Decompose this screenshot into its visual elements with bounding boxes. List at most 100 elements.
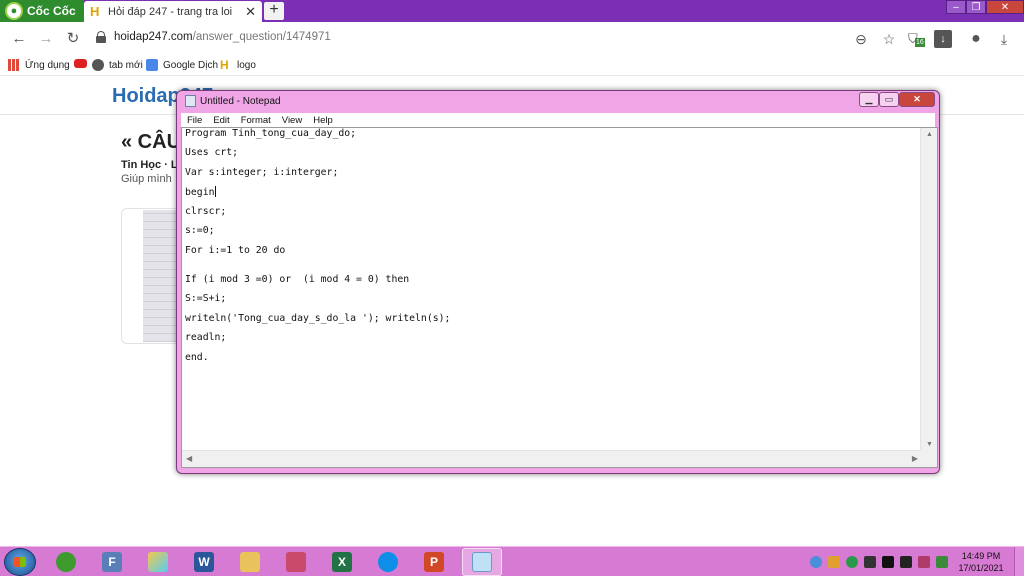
taskbar-app-teamviewer[interactable] [368,548,408,576]
url-field[interactable]: hoidap247.com/answer_question/1474971 [96,31,331,43]
code-line: readln; [185,332,227,343]
url-host: hoidap247.com [114,31,193,43]
zoom-icon[interactable]: ⊖ [852,30,870,48]
tab-hoidap247[interactable]: H Hỏi đáp 247 - trang tra loi ✕ [84,1,262,22]
bookmark-label: tab mới [109,59,143,71]
url-path: /answer_question/1474971 [192,31,331,43]
clock-date: 17/01/2021 [958,563,1004,573]
tray-app-icon[interactable] [828,556,840,568]
menu-view[interactable]: View [282,115,302,126]
paint-palette-icon [148,552,168,572]
notepad-minimize-button[interactable]: ▁ [859,92,879,107]
account-avatar-icon[interactable]: ● [967,30,985,48]
clock-time: 14:49 PM [961,551,1001,561]
text-caret [214,186,216,197]
code-line: end. [185,352,209,363]
code-line: Program Tinh_tong_cua_day_do; [185,128,357,139]
bookmark-label: logo [237,59,256,71]
window-minimize-button[interactable]: – [946,0,966,14]
extension-badge: 16 [915,38,925,47]
window-close-button[interactable]: ✕ [986,0,1024,14]
taskbar-app-explorer[interactable] [230,548,270,576]
start-button[interactable] [4,548,36,576]
download-icon[interactable]: ⤓ [995,30,1013,48]
scroll-right-icon[interactable]: ▶ [912,454,918,463]
question-title: « CÂU [121,131,182,153]
tray-display-icon[interactable] [882,556,894,568]
windows-taskbar: F W X P 14:49 PM 17/01/2021 [0,546,1024,576]
coccoc-icon [56,552,76,572]
bookmark-apps[interactable]: Ứng dụng [8,59,70,71]
show-desktop-button[interactable] [1014,547,1024,576]
question-subtitle: Giúp mình [121,173,172,185]
tray-flag-icon[interactable] [900,556,912,568]
google-translate-icon [146,59,158,71]
tab-close-icon[interactable]: ✕ [245,4,256,20]
forward-arrow-icon[interactable]: → [37,30,55,48]
code-line: begin [185,186,216,198]
back-arrow-icon[interactable]: ← [10,30,28,48]
bookmark-youtube[interactable] [74,59,92,68]
notepad-title: Untitled - Notepad [200,95,281,107]
coccoc-menu-button[interactable]: ● Cốc Cốc [0,0,84,22]
taskbar-app-network[interactable] [276,548,316,576]
extension-icon[interactable]: ⛉ 16 [906,30,928,48]
taskbar-app-word[interactable]: W [184,548,224,576]
tray-vietkey-icon[interactable] [918,556,930,568]
browser-tab-strip: ● Cốc Cốc H Hỏi đáp 247 - trang tra loi … [0,0,1024,22]
taskbar-app-excel[interactable]: X [322,548,362,576]
taskbar-app-font-viewer[interactable]: F [92,548,132,576]
apps-grid-icon [8,59,20,71]
hoidap-logo-icon: H [220,58,229,72]
star-bookmark-icon[interactable]: ☆ [880,30,898,48]
globe-icon [92,59,104,71]
tray-network-icon[interactable] [936,556,948,568]
code-line: If (i mod 3 =0) or (i mod 4 = 0) then [185,274,410,285]
scroll-left-icon[interactable]: ◀ [186,454,192,463]
menu-file[interactable]: File [187,115,202,126]
tray-coccoc-icon[interactable] [846,556,858,568]
taskbar-app-coccoc[interactable] [46,548,86,576]
download-box-icon[interactable]: ↓ [934,30,952,48]
scroll-down-icon[interactable]: ▼ [926,441,933,448]
vertical-scrollbar[interactable]: ▲ ▼ [920,128,937,451]
menu-edit[interactable]: Edit [213,115,229,126]
powerpoint-icon: P [424,552,444,572]
taskbar-app-notepad[interactable] [462,548,502,576]
notepad-titlebar[interactable]: Untitled - Notepad [185,95,281,107]
hoidap-favicon-icon: H [90,3,100,19]
reload-icon[interactable]: ↻ [64,30,82,48]
code-line: S:=S+i; [185,293,227,304]
notepad-app-icon [185,95,196,107]
bookmarks-bar: Ứng dụng tab mới Google Dịch H logo [0,56,1024,76]
network-icon [286,552,306,572]
bookmark-logo[interactable]: H logo [220,59,256,71]
folder-icon [240,552,260,572]
horizontal-scrollbar[interactable]: ◀ ▶ [182,450,922,467]
bookmark-tab-moi[interactable]: tab mới [92,59,143,71]
window-maximize-button[interactable]: ❐ [966,0,986,14]
notepad-text-area[interactable]: Program Tinh_tong_cua_day_do; Uses crt; … [181,127,938,468]
code-line: s:=0; [185,225,215,236]
bookmark-google-translate[interactable]: Google Dịch [146,59,218,71]
notepad-close-button[interactable]: ✕ [899,92,935,107]
taskbar-app-paint[interactable] [138,548,178,576]
menu-format[interactable]: Format [241,115,271,126]
notepad-window[interactable]: Untitled - Notepad ▁ ▭ ✕ File Edit Forma… [176,90,940,474]
code-line: For i:=1 to 20 do [185,245,286,256]
new-tab-button[interactable]: + [264,2,284,20]
taskbar-clock[interactable]: 14:49 PM 17/01/2021 [958,550,1004,574]
browser-brand: Cốc Cốc [27,4,76,18]
scroll-up-icon[interactable]: ▲ [926,131,933,138]
notepad-maximize-button[interactable]: ▭ [879,92,899,107]
menu-help[interactable]: Help [313,115,333,126]
teamviewer-icon [378,552,398,572]
tray-speaker-icon[interactable] [864,556,876,568]
tray-language-icon[interactable] [810,556,822,568]
taskbar-app-powerpoint[interactable]: P [414,548,454,576]
code-line: Uses crt; [185,147,239,158]
font-viewer-icon: F [102,552,122,572]
excel-icon: X [332,552,352,572]
code-line: Var s:integer; i:interger; [185,167,339,178]
code-line: clrscr; [185,206,227,217]
